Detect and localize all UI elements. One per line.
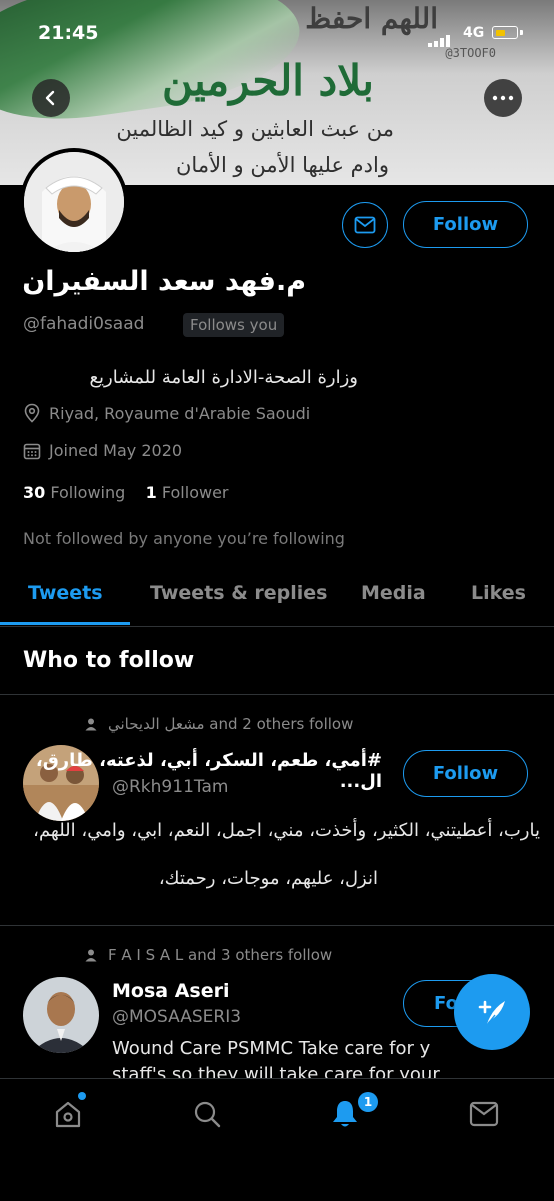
more-options-button[interactable]	[484, 79, 522, 117]
compose-feather-icon	[478, 1000, 505, 1026]
profile-bio: وزارة الصحة-الادارة العامة للمشاريع	[89, 367, 358, 388]
compose-tweet-button[interactable]	[454, 974, 530, 1050]
follow-counts: 30 Following 1 Follower	[23, 483, 228, 502]
banner-text-line4: وادم عليها الأمن و الأمان	[176, 153, 389, 177]
person-icon	[85, 718, 97, 731]
notifications-badge: 1	[358, 1092, 378, 1112]
tabs-divider	[0, 626, 554, 627]
followers-link[interactable]: 1 Follower	[146, 483, 229, 502]
suggested-user-bio-line2: انزل، عليهم، موجات، رحمتك،	[158, 868, 378, 889]
profile-handle: @fahadi0saad	[23, 314, 145, 334]
joined-text: Joined May 2020	[49, 441, 183, 460]
more-icon	[492, 95, 514, 101]
banner-text-line3: من عبث العابثين و كيد الظالمين	[116, 117, 394, 141]
nav-home[interactable]	[48, 1094, 88, 1134]
home-icon	[55, 1101, 81, 1128]
status-time: 21:45	[38, 22, 99, 44]
profile-avatar[interactable]	[20, 148, 128, 256]
profile-location: Riyad, Royaume d'Arabie Saoudi	[23, 403, 310, 423]
calendar-icon	[23, 443, 41, 459]
suggested-follow-button[interactable]: Follow	[403, 750, 528, 797]
social-context: مشعل الديحاني and 2 others follow	[84, 715, 353, 733]
banner-text-line2: بلاد الحرمين	[162, 56, 374, 105]
follow-button[interactable]: Follow	[403, 201, 528, 248]
back-button[interactable]	[32, 79, 70, 117]
signal-icon	[428, 28, 456, 47]
nav-search[interactable]	[187, 1094, 227, 1134]
tab-tweets[interactable]: Tweets	[28, 582, 103, 604]
person-icon	[85, 949, 97, 962]
not-followed-note: Not followed by anyone you’re following	[23, 529, 345, 548]
active-tab-indicator	[0, 622, 130, 625]
avatar-photo	[23, 977, 99, 1053]
who-to-follow-title: Who to follow	[23, 648, 195, 673]
suggested-user-handle: @Rkh911Tam	[112, 777, 229, 797]
chevron-left-icon	[45, 90, 55, 106]
profile-joined: Joined May 2020	[23, 441, 182, 460]
search-icon	[194, 1101, 221, 1128]
battery-level	[496, 30, 505, 36]
network-type: 4G	[463, 25, 485, 41]
social-context: F A I S A L and 3 others follow	[84, 946, 332, 964]
tab-media[interactable]: Media	[361, 582, 426, 604]
section-divider	[0, 694, 554, 695]
banner-handle: @3TOOF0	[445, 46, 496, 60]
battery-tip	[520, 30, 523, 35]
location-text: Riyad, Royaume d'Arabie Saoudi	[49, 403, 311, 423]
suggestion-divider	[0, 925, 554, 926]
envelope-icon	[354, 216, 376, 234]
nav-messages[interactable]	[464, 1094, 504, 1134]
home-unread-dot	[78, 1092, 86, 1100]
suggested-user-handle: @MOSAASERI3	[112, 1007, 242, 1027]
profile-name: م.فهد سعد السفيران	[22, 266, 306, 297]
suggested-user-avatar[interactable]	[23, 977, 99, 1053]
tab-tweets-replies[interactable]: Tweets & replies	[150, 582, 327, 604]
follows-you-badge: Follows you	[183, 313, 285, 337]
suggested-user-bio-line2: staff's so they will take care for your	[112, 1064, 440, 1078]
banner-text-line1: اللهم احفظ	[305, 2, 438, 35]
avatar-photo	[24, 152, 124, 252]
envelope-icon	[469, 1101, 499, 1127]
tab-likes[interactable]: Likes	[471, 582, 526, 604]
suggested-user-bio-line1: يارب، أعطيتني، الكثير، وأخذت، مني، اجمل،…	[33, 820, 540, 841]
message-button[interactable]	[342, 202, 388, 248]
suggested-user-name[interactable]: Mosa Aseri	[112, 980, 230, 1002]
following-link[interactable]: 30 Following	[23, 483, 125, 502]
location-pin-icon	[24, 403, 40, 423]
bell-icon	[333, 1101, 357, 1127]
